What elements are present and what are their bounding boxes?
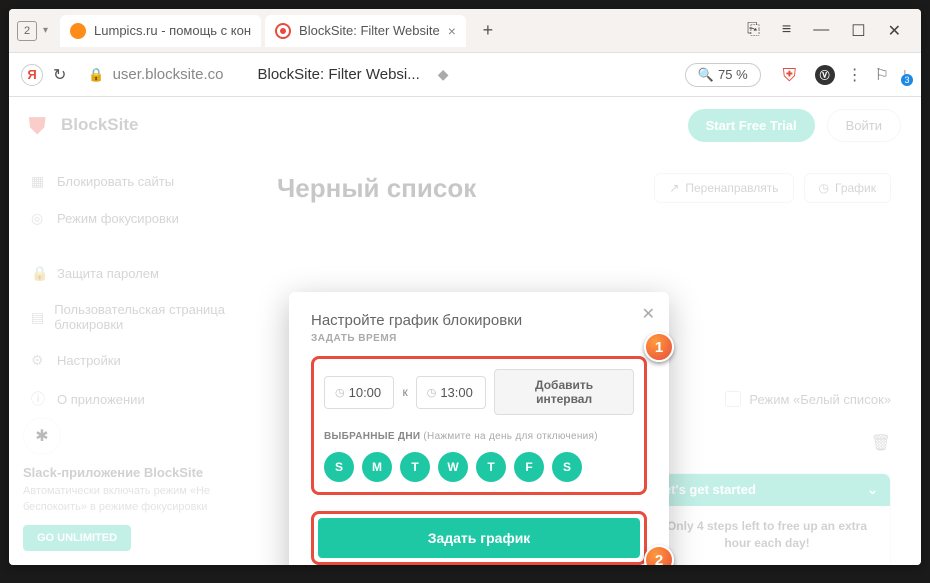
download-badge: 3 <box>901 74 913 86</box>
browser-window: 2 ▾ Lumpics.ru - помощь с кон BlockSite:… <box>9 9 921 565</box>
page-title: BlockSite: Filter Websi... <box>257 66 419 83</box>
new-tab-button[interactable]: + <box>474 17 502 45</box>
day-sat[interactable]: S <box>552 452 582 482</box>
highlight-box-2: Задать график <box>311 511 647 565</box>
blocksite-icon <box>275 23 291 39</box>
page-content: ⛊ BlockSite Start Free Trial Войти ▦Блок… <box>9 97 921 565</box>
shield-icon[interactable]: ⛨ <box>783 65 803 85</box>
day-mon[interactable]: M <box>362 452 392 482</box>
add-interval-button[interactable]: Добавить интервал <box>494 369 634 415</box>
url-text: user.blocksite.co <box>113 66 224 83</box>
close-icon[interactable]: ✕ <box>642 304 655 324</box>
time-from-input[interactable]: ◷ 10:00 <box>324 376 394 409</box>
to-label: к <box>402 385 407 399</box>
address-bar: Я ↻ 🔒 user.blocksite.co BlockSite: Filte… <box>9 53 921 97</box>
bookmark-icon[interactable]: ◆ <box>438 66 449 83</box>
set-schedule-button[interactable]: Задать график <box>318 518 640 558</box>
modal-subtitle: ЗАДАТЬ ВРЕМЯ <box>311 333 647 344</box>
tab-count[interactable]: 2 <box>17 21 37 41</box>
lumpics-icon <box>70 23 86 39</box>
day-fri[interactable]: F <box>514 452 544 482</box>
day-thu[interactable]: T <box>476 452 506 482</box>
kebab-icon[interactable]: ⋮ <box>847 65 863 85</box>
time-value: 10:00 <box>349 385 382 400</box>
chevron-down-icon[interactable]: ▾ <box>43 25 48 36</box>
minimize-button[interactable]: — <box>813 21 829 41</box>
tab-bar: 2 ▾ Lumpics.ru - помощь с кон BlockSite:… <box>9 9 921 53</box>
tab-label: Lumpics.ru - помощь с кон <box>94 23 251 38</box>
zoom-control[interactable]: 🔍 75 % <box>685 63 761 87</box>
days-row: S M T W T F S <box>324 452 634 482</box>
maximize-button[interactable]: ☐ <box>851 21 865 41</box>
highlight-box-1: ◷10:00 к ◷13:00 Добавить интервал ВЫБРАН… <box>311 356 647 495</box>
close-icon[interactable]: × <box>448 23 456 39</box>
overflow-icon[interactable]: ≡ <box>782 21 791 41</box>
zoom-icon: 🔍 <box>698 67 714 83</box>
clock-icon: ◷ <box>335 386 345 399</box>
url-box[interactable]: 🔒 user.blocksite.co <box>76 62 235 87</box>
day-sun[interactable]: S <box>324 452 354 482</box>
yandex-icon[interactable]: Я <box>21 64 43 86</box>
lock-icon: 🔒 <box>88 67 104 83</box>
day-tue[interactable]: T <box>400 452 430 482</box>
tab-label: BlockSite: Filter Website <box>299 23 440 38</box>
days-label: ВЫБРАННЫЕ ДНИ (Нажмите на день для отклю… <box>324 431 634 442</box>
callout-1: 1 <box>644 332 674 362</box>
day-wed[interactable]: W <box>438 452 468 482</box>
time-value: 13:00 <box>440 385 473 400</box>
vk-icon[interactable]: Ⓥ <box>815 65 835 85</box>
reader-icon[interactable]: ⎘ <box>747 21 760 41</box>
zoom-value: 75 % <box>718 67 748 82</box>
extensions-icon[interactable]: ⚐ <box>875 65 889 85</box>
modal-title: Настройте график блокировки <box>311 312 647 329</box>
close-button[interactable]: ✕ <box>888 21 901 41</box>
tab-lumpics[interactable]: Lumpics.ru - помощь с кон <box>60 15 261 47</box>
time-to-input[interactable]: ◷13:00 <box>416 376 486 409</box>
clock-icon: ◷ <box>427 386 437 399</box>
schedule-modal: ✕ Настройте график блокировки ЗАДАТЬ ВРЕ… <box>289 292 669 565</box>
reload-button[interactable]: ↻ <box>53 65 66 85</box>
tab-blocksite[interactable]: BlockSite: Filter Website × <box>265 15 466 47</box>
download-icon[interactable]: ↓3 <box>901 66 909 84</box>
